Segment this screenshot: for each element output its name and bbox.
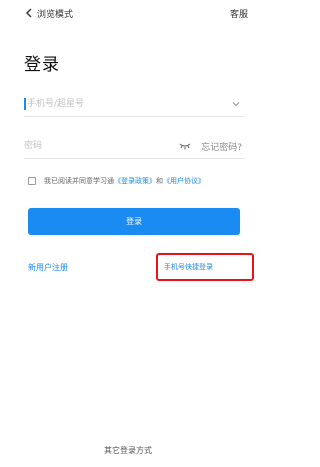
register-link[interactable]: 新用户注册 — [28, 262, 68, 273]
top-bar: 浏览模式 客服 — [0, 0, 256, 28]
other-login-methods[interactable]: 其它登录方式 — [0, 445, 256, 456]
agreement-checkbox[interactable] — [28, 177, 36, 185]
phone-input[interactable] — [27, 95, 212, 113]
agreement-conjunction: 和 — [156, 177, 163, 185]
customer-service-link[interactable]: 客服 — [230, 7, 248, 20]
chevron-down-icon[interactable] — [231, 100, 241, 108]
quick-login-highlight: 手机号快捷登录 — [156, 253, 254, 281]
eye-closed-icon[interactable] — [179, 141, 191, 150]
user-agreement-link[interactable]: 《用户协议》 — [163, 177, 205, 185]
phone-field — [24, 94, 245, 117]
quick-login-link[interactable]: 手机号快捷登录 — [164, 262, 213, 272]
password-field: 忘记密码? — [24, 136, 245, 159]
login-policy-link[interactable]: 《登录政策》 — [114, 177, 156, 185]
chevron-left-icon — [26, 8, 32, 18]
agreement-row: 我已阅读并同意学习通《登录政策》和《用户协议》 — [28, 175, 205, 187]
back-button[interactable]: 浏览模式 — [24, 4, 73, 22]
back-label: 浏览模式 — [37, 9, 74, 20]
text-cursor — [24, 98, 26, 110]
login-button[interactable]: 登录 — [28, 208, 240, 235]
agreement-text: 我已阅读并同意学习通《登录政策》和《用户协议》 — [44, 176, 205, 186]
agreement-prefix: 我已阅读并同意学习通 — [44, 177, 114, 185]
forgot-password-link[interactable]: 忘记密码? — [201, 140, 242, 153]
page-title: 登录 — [24, 55, 60, 75]
